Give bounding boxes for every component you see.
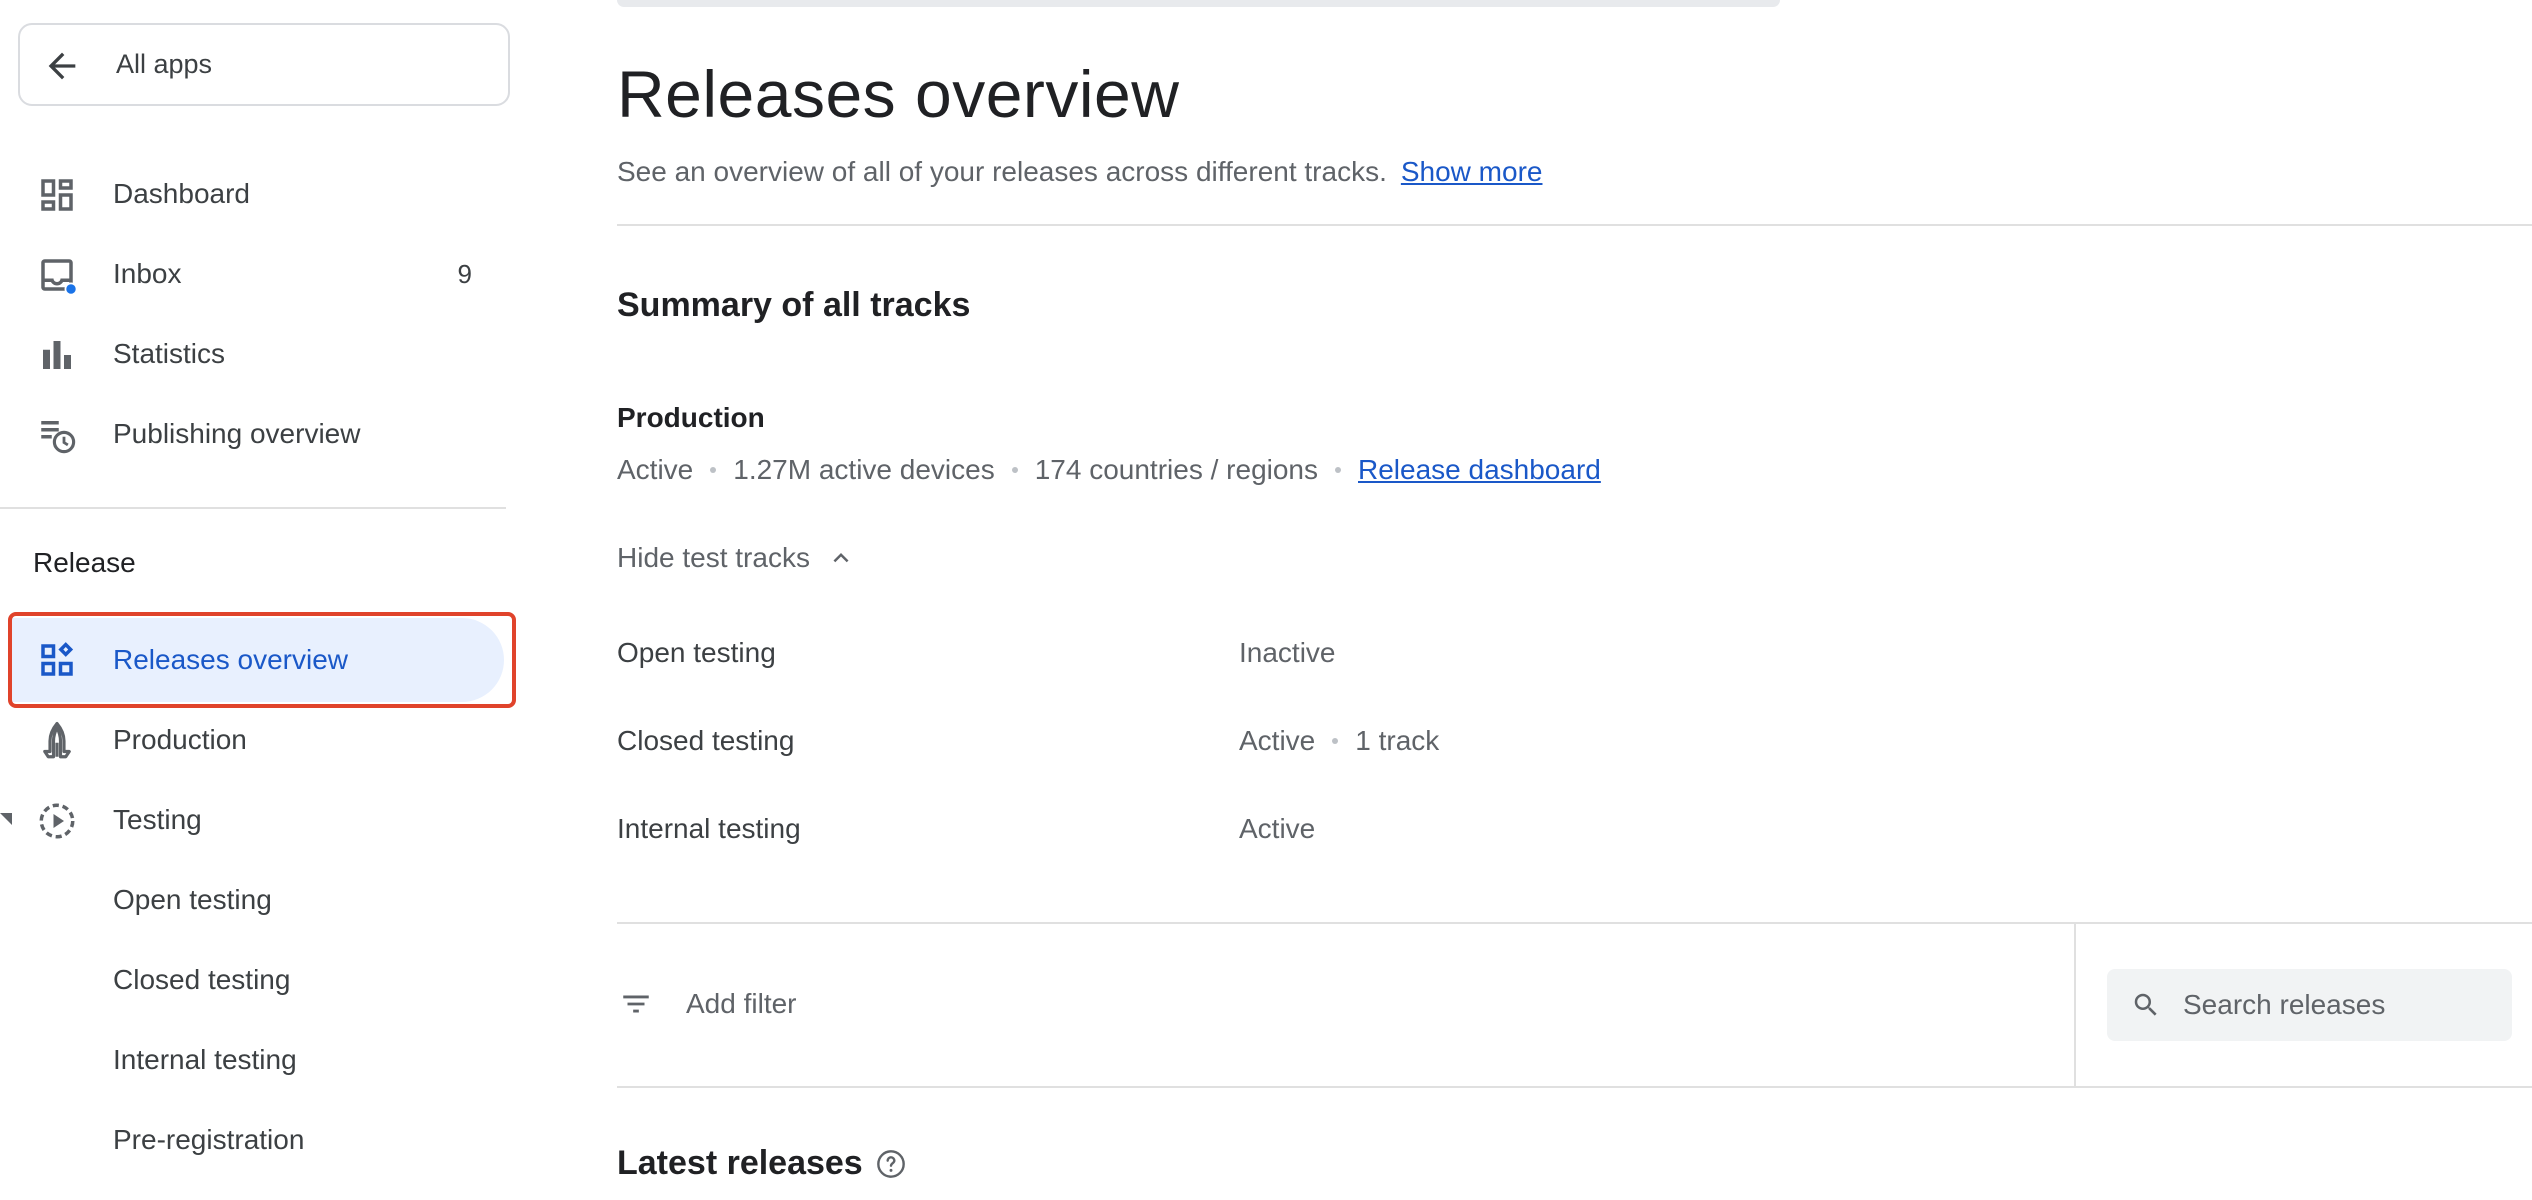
production-status: Active [617,454,694,485]
summary-section-title: Summary of all tracks [617,286,971,324]
track-status-text: Active [1239,813,1316,844]
all-apps-label: All apps [116,49,213,79]
add-filter-button[interactable]: Add filter [617,979,797,1029]
filter-list-icon [623,995,649,1013]
hide-test-tracks-toggle[interactable]: Hide test tracks [617,542,856,574]
arrow-back-icon [48,52,76,80]
release-dashboard-link[interactable]: Release dashboard [1358,454,1601,485]
all-apps-button[interactable]: All apps [18,23,510,106]
track-name: Open testing [617,637,776,668]
sidebar-item-label: Releases overview [113,644,348,675]
production-track-title: Production [617,402,765,433]
search-releases-input[interactable] [2183,983,2503,1027]
sidebar-divider [0,507,506,509]
hide-test-tracks-label: Hide test tracks [617,542,810,573]
track-status-text: Active [1239,725,1316,756]
sidebar-item-label: Statistics [113,338,226,369]
sidebar-item-releases-overview[interactable]: Releases overview [12,618,504,702]
track-status: Active 1 track [1239,725,1439,757]
track-extra: 1 track [1355,725,1440,756]
production-track-meta: Active 1.27M active devices 174 countries … [617,454,1601,486]
search-icon [2134,993,2157,1016]
header-divider [617,224,2532,226]
track-status: Inactive [1239,637,1336,669]
sidebar-item-testing[interactable]: Testing [0,784,510,856]
publishing-overview-icon [41,421,76,454]
search-releases-box [2107,969,2512,1041]
sidebar-item-statistics[interactable]: Statistics [0,318,510,390]
chevron-up-icon [833,553,849,563]
sidebar-item-open-testing[interactable]: Open testing [0,864,510,936]
sidebar-item-label: Publishing overview [113,418,361,449]
subtitle-text: See an overview of all of your releases … [617,156,1387,187]
sidebar-item-label: Closed testing [113,964,291,995]
show-more-link[interactable]: Show more [1401,156,1543,187]
sidebar-item-inbox[interactable]: Inbox 9 [0,238,510,310]
filter-bar: Add filter [617,924,2532,1086]
latest-releases-label: Latest releases [617,1144,863,1182]
sidebar-item-dashboard[interactable]: Dashboard [0,158,510,230]
sidebar-item-label: Inbox [113,258,182,289]
inbox-count-badge: 9 [457,258,472,289]
sidebar-section-title: Release [33,547,136,578]
filter-vertical-divider [2074,924,2076,1086]
separator-dot [1332,737,1339,744]
sidebar: All apps Dashboard Inbox 9 Statistics Pu… [0,0,520,1200]
latest-releases-title: Latest releases [617,1144,907,1183]
production-devices: 1.27M active devices [733,454,995,485]
dashboard-icon [41,179,73,211]
sidebar-item-label: Production [113,724,247,755]
track-row-open-testing: Open testing Inactive [617,637,1817,687]
sidebar-item-label: Internal testing [113,1044,297,1075]
production-countries: 174 countries / regions [1034,454,1318,485]
track-name: Internal testing [617,813,801,844]
sidebar-item-closed-testing[interactable]: Closed testing [0,944,510,1016]
track-status-text: Inactive [1239,637,1336,668]
page-title: Releases overview [617,57,1180,131]
releases-overview-icon [41,642,74,676]
track-name: Closed testing [617,725,795,756]
filter-bottom-divider [617,1086,2532,1088]
track-row-closed-testing: Closed testing Active 1 track [617,725,1817,775]
sidebar-item-internal-testing[interactable]: Internal testing [0,1024,510,1096]
sidebar-item-label: Dashboard [113,178,250,209]
sidebar-item-production[interactable]: Production [0,704,510,776]
production-icon [43,721,71,759]
testing-icon [39,803,75,839]
top-scroll-bar [617,0,1780,7]
sidebar-item-publishing-overview[interactable]: Publishing overview [0,398,510,470]
separator-dot [1335,466,1341,473]
sidebar-item-pre-registration[interactable]: Pre-registration [0,1104,510,1176]
separator-dot [1011,466,1018,473]
add-filter-label: Add filter [686,988,797,1019]
sidebar-item-label: Testing [113,804,202,835]
track-row-internal-testing: Internal testing Active [617,813,1817,863]
sidebar-item-label: Open testing [113,884,272,915]
page-subtitle: See an overview of all of your releases … [617,156,1542,188]
track-status: Active [1239,813,1315,845]
help-icon[interactable] [875,1148,907,1180]
separator-dot [710,466,717,473]
sidebar-item-label: Pre-registration [113,1124,305,1155]
inbox-icon [41,259,78,296]
bar-chart-icon [43,341,71,369]
